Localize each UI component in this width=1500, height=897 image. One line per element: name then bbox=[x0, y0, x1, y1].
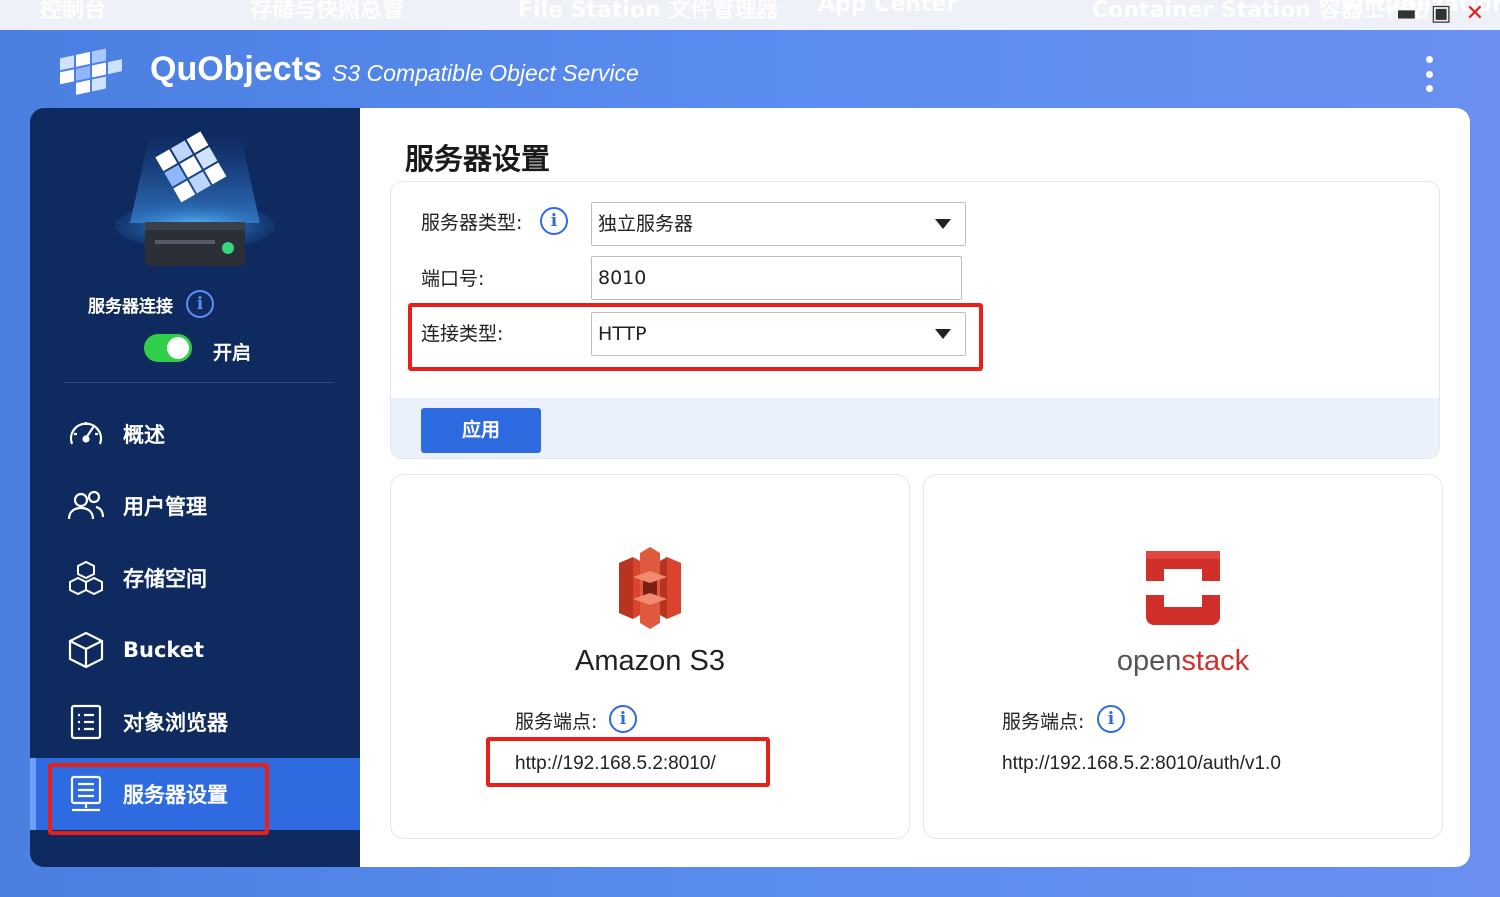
sidebar-item-storage[interactable]: 存储空间 bbox=[30, 542, 360, 614]
server-type-select[interactable]: 独立服务器 bbox=[591, 202, 966, 246]
sidebar-item-label: 概述 bbox=[123, 423, 165, 447]
openstack-name-stack: stack bbox=[1181, 645, 1250, 677]
server-hero-icon bbox=[115, 131, 275, 266]
app-header: QuObjects S3 Compatible Object Service bbox=[0, 30, 1500, 108]
port-input[interactable]: 8010 bbox=[591, 256, 962, 300]
users-icon bbox=[67, 490, 105, 520]
server-type-label: 服务器类型: bbox=[421, 212, 523, 234]
port-value: 8010 bbox=[598, 267, 647, 289]
sidebar-item-label: 对象浏览器 bbox=[123, 711, 228, 735]
service-name: Amazon S3 bbox=[575, 645, 725, 677]
info-icon[interactable]: i bbox=[1097, 705, 1125, 733]
app-subtitle: S3 Compatible Object Service bbox=[332, 60, 639, 86]
info-icon[interactable]: i bbox=[609, 705, 637, 733]
sidebar-item-bucket[interactable]: Bucket bbox=[30, 614, 360, 686]
taskbar: 控制台 存储与快照总管 File Station 文件管理器 App Cente… bbox=[0, 0, 1500, 30]
taskbar-item-file-station[interactable]: File Station 文件管理器 bbox=[518, 0, 778, 24]
sidebar-item-users[interactable]: 用户管理 bbox=[30, 470, 360, 542]
service-card-amazon-s3: Amazon S3 服务端点: i http://192.168.5.2:801… bbox=[390, 474, 910, 839]
endpoint-label: 服务端点: bbox=[515, 711, 598, 733]
chevron-down-icon bbox=[935, 219, 951, 229]
server-connection-label: 服务器连接 bbox=[88, 297, 173, 317]
taskbar-item-app-center[interactable]: App Center bbox=[818, 0, 957, 17]
openstack-logo bbox=[1146, 551, 1220, 625]
taskbar-item-storage[interactable]: 存储与快照总管 bbox=[250, 0, 404, 24]
endpoint-label: 服务端点: bbox=[1002, 711, 1085, 733]
window-controls: ▬ ▣ ✕ bbox=[1396, 2, 1484, 26]
apply-button[interactable]: 应用 bbox=[421, 408, 541, 453]
amazon-s3-logo bbox=[619, 547, 681, 629]
kebab-menu-icon[interactable] bbox=[1424, 56, 1434, 92]
server-connection-toggle[interactable] bbox=[144, 334, 192, 362]
bucket-cube-icon bbox=[68, 631, 104, 669]
quobjects-logo-icon bbox=[60, 48, 122, 95]
server-type-value: 独立服务器 bbox=[598, 213, 694, 235]
highlight-box-nav bbox=[48, 763, 269, 835]
service-card-openstack: openstack 服务端点: i http://192.168.5.2:801… bbox=[923, 474, 1443, 839]
sidebar-item-label: 存储空间 bbox=[123, 567, 207, 591]
maximize-icon[interactable]: ▣ bbox=[1431, 2, 1452, 26]
speedometer-icon bbox=[69, 422, 103, 445]
cubes-icon bbox=[69, 560, 103, 596]
highlight-box-endpoint bbox=[486, 737, 770, 787]
main-panel: 服务器设置 服务器类型: i 独立服务器 端口号: 8010 连接类型: HTT… bbox=[360, 108, 1470, 867]
info-icon[interactable]: i bbox=[540, 207, 568, 235]
minimize-icon[interactable]: ▬ bbox=[1396, 2, 1417, 26]
sidebar-item-label: Bucket bbox=[123, 638, 205, 662]
taskbar-item-control-panel[interactable]: 控制台 bbox=[40, 0, 106, 24]
highlight-box-connection bbox=[408, 303, 983, 371]
info-icon[interactable]: i bbox=[186, 290, 214, 318]
service-name: openstack bbox=[924, 645, 1442, 678]
page-title: 服务器设置 bbox=[405, 142, 551, 176]
apply-bar: 应用 bbox=[391, 398, 1439, 458]
endpoint-url: http://192.168.5.2:8010/auth/v1.0 bbox=[1002, 753, 1281, 774]
toggle-state-label: 开启 bbox=[213, 342, 252, 364]
sidebar: 服务器连接 i 开启 概述 用户管理 存储空间 Bucket 对象浏览器 服务器… bbox=[30, 108, 360, 867]
sidebar-divider bbox=[64, 382, 334, 383]
port-label: 端口号: bbox=[421, 268, 485, 290]
sidebar-item-object-browser[interactable]: 对象浏览器 bbox=[30, 686, 360, 758]
openstack-name-open: open bbox=[1116, 645, 1182, 677]
list-document-icon bbox=[70, 704, 102, 740]
settings-form-card: 服务器类型: i 独立服务器 端口号: 8010 连接类型: HTTP 应用 bbox=[390, 181, 1440, 459]
sidebar-item-overview[interactable]: 概述 bbox=[30, 398, 360, 470]
app-title: QuObjects bbox=[150, 50, 322, 88]
close-icon[interactable]: ✕ bbox=[1466, 2, 1484, 26]
sidebar-item-label: 用户管理 bbox=[123, 495, 207, 519]
